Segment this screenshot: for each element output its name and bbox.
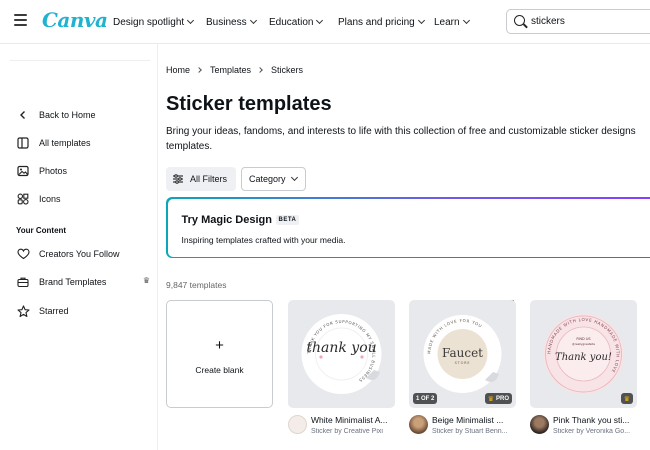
sticker-thumbnail: THANK YOU FOR SUPPORTING MY SMALL BUSINE…: [301, 314, 382, 394]
svg-text:STORE: STORE: [455, 361, 471, 365]
nav-label: Education: [269, 16, 314, 28]
chevron-down-icon: [290, 173, 298, 182]
breadcrumb-templates[interactable]: Templates: [210, 65, 251, 75]
sidebar-item-label: All templates: [39, 138, 91, 148]
page-title: Sticker templates: [166, 93, 332, 115]
chevron-down-icon: [462, 16, 470, 25]
template-card[interactable]: HANDMADE WITH LOVE HANDMADE WITH LOVE FI…: [530, 300, 637, 408]
template-title: Pink Thank you sti...: [553, 415, 630, 425]
sidebar-item-label: Starred: [39, 306, 69, 316]
nav-label: Plans and pricing: [338, 16, 415, 28]
create-blank-card[interactable]: + Create blank: [166, 300, 273, 408]
search-icon[interactable]: [514, 15, 525, 26]
template-author: Sticker by Creative Pixi: [311, 428, 383, 435]
sidebar: Back to Home All templates Photos Icons …: [0, 44, 158, 450]
sidebar-item-all-templates[interactable]: All templates: [16, 132, 156, 154]
shapes-icon: [16, 192, 30, 206]
breadcrumb-home[interactable]: Home: [166, 65, 190, 75]
magic-design-banner[interactable]: Try Magic Design BETA Inspiring template…: [166, 197, 650, 258]
chevron-right-icon: [196, 67, 202, 73]
crown-icon: ♛: [623, 395, 630, 403]
sidebar-item-label: Back to Home: [39, 110, 96, 120]
beta-badge: BETA: [275, 214, 300, 225]
sidebar-item-icons[interactable]: Icons: [16, 188, 156, 210]
nav-learn[interactable]: Learn: [434, 0, 470, 44]
template-meta[interactable]: White Minimalist A... Sticker by Creativ…: [288, 413, 406, 439]
plus-icon: +: [215, 337, 224, 354]
sidebar-item-starred[interactable]: Starred: [16, 300, 156, 322]
sticker-thumbnail: HANDMADE WITH LOVE HANDMADE WITH LOVE FI…: [543, 314, 624, 394]
avatar: [530, 415, 549, 434]
magic-design-subtitle: Inspiring templates crafted with your me…: [181, 234, 346, 245]
svg-text:Thank you!: Thank you!: [555, 352, 612, 363]
svg-text:FIND US: FIND US: [576, 337, 591, 341]
sidebar-item-creators-you-follow[interactable]: Creators You Follow: [16, 243, 156, 265]
pro-badge: ♛: [620, 393, 633, 404]
page-description: Bring your ideas, fandoms, and interests…: [166, 126, 636, 152]
svg-text:thank you: thank you: [306, 340, 376, 356]
top-navigation-bar: Canva Design spotlight Business Educatio…: [0, 0, 650, 44]
sticker-thumbnail: MADE WITH LOVE FOR YOU Faucet STORE: [423, 315, 502, 393]
nav-education[interactable]: Education: [269, 0, 324, 44]
sidebar-divider: [10, 60, 150, 61]
sidebar-item-label: Creators You Follow: [39, 249, 120, 259]
pro-label: PRO: [495, 395, 509, 402]
sidebar-back-to-home[interactable]: Back to Home: [16, 104, 156, 126]
filter-icon: [172, 174, 184, 184]
crown-icon: ♛: [142, 276, 150, 285]
template-card[interactable]: MADE WITH LOVE FOR YOU Faucet STORE 1 OF…: [409, 300, 516, 408]
pro-badge: ♛ PRO: [484, 393, 512, 404]
nav-label: Learn: [434, 16, 460, 28]
chevron-down-icon: [316, 16, 324, 25]
nav-plans-and-pricing[interactable]: Plans and pricing: [338, 0, 425, 44]
template-author: Sticker by Veronika Go...: [553, 428, 631, 435]
template-card[interactable]: THANK YOU FOR SUPPORTING MY SMALL BUSINE…: [288, 300, 395, 408]
briefcase-icon: [16, 275, 30, 289]
template-count: 9,847 templates: [166, 280, 227, 290]
search-box[interactable]: [506, 9, 650, 34]
page-count-badge: 1 OF 2: [413, 393, 438, 404]
all-filters-button[interactable]: All Filters: [166, 167, 236, 191]
canva-logo[interactable]: Canva: [42, 8, 108, 32]
template-meta[interactable]: Beige Minimalist ... Sticker by Stuart B…: [409, 413, 527, 439]
nav-label: Business: [206, 16, 247, 28]
svg-text:@reallygreatsite: @reallygreatsite: [572, 342, 595, 346]
svg-text:Faucet: Faucet: [442, 346, 483, 360]
nav-design-spotlight[interactable]: Design spotlight: [113, 0, 195, 44]
create-blank-label: Create blank: [195, 365, 244, 375]
photo-icon: [16, 164, 30, 178]
category-dropdown[interactable]: Category: [241, 167, 306, 191]
breadcrumb: Home Templates Stickers: [166, 65, 303, 75]
chevron-down-icon: [187, 16, 195, 25]
template-title: Beige Minimalist ...: [432, 415, 504, 425]
nav-business[interactable]: Business: [206, 0, 257, 44]
category-label: Category: [249, 174, 286, 184]
template-author: Sticker by Stuart Benn...: [432, 428, 508, 435]
sidebar-item-label: Photos: [39, 166, 68, 176]
chevron-down-icon: [249, 16, 257, 25]
chevron-down-icon: [417, 16, 425, 25]
star-icon: [16, 304, 30, 318]
magic-design-title: Try Magic Design: [181, 213, 272, 226]
heart-hand-icon: [16, 247, 30, 261]
menu-icon[interactable]: [14, 14, 27, 26]
template-meta[interactable]: Pink Thank you sti... Sticker by Veronik…: [530, 413, 648, 439]
nav-label: Design spotlight: [113, 16, 185, 28]
avatar: [409, 415, 428, 434]
templates-icon: [16, 136, 30, 150]
sidebar-item-brand-templates[interactable]: Brand Templates ♛: [16, 271, 156, 293]
crown-icon: ♛: [487, 395, 494, 403]
sidebar-section-title: Your Content: [16, 226, 67, 235]
sidebar-item-label: Brand Templates: [39, 277, 107, 287]
template-title: White Minimalist A...: [311, 415, 388, 425]
sidebar-item-label: Icons: [39, 194, 61, 204]
magic-design-panel: Try Magic Design BETA Inspiring template…: [167, 198, 650, 257]
avatar: [288, 415, 307, 434]
chevron-right-icon: [257, 67, 263, 73]
chevron-left-icon: [16, 108, 30, 122]
search-input[interactable]: [531, 12, 650, 31]
breadcrumb-stickers[interactable]: Stickers: [271, 65, 303, 75]
all-filters-label: All Filters: [190, 174, 228, 184]
sidebar-item-photos[interactable]: Photos: [16, 160, 156, 182]
